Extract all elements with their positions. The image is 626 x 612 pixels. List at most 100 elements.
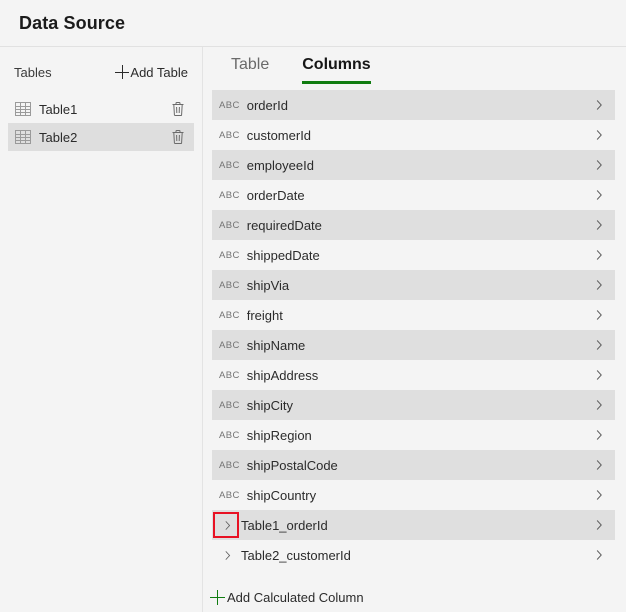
column-details-chevron[interactable] bbox=[594, 279, 604, 291]
column-row[interactable]: ABC orderDate bbox=[212, 180, 615, 210]
column-row[interactable]: ABC shipRegion bbox=[212, 420, 615, 450]
delete-table-button[interactable] bbox=[170, 101, 186, 117]
column-row[interactable]: ABC orderId bbox=[212, 90, 615, 120]
column-row[interactable]: ABC shippedDate bbox=[212, 240, 615, 270]
chevron-right-icon bbox=[596, 130, 602, 140]
column-type-icon: ABC bbox=[219, 459, 240, 471]
column-name-label: employeeId bbox=[246, 157, 314, 173]
tables-header-bar: Tables Add Table bbox=[0, 59, 202, 85]
plus-icon bbox=[210, 589, 225, 605]
chevron-right-icon bbox=[596, 460, 602, 470]
column-row[interactable]: ABC shipVia bbox=[212, 270, 615, 300]
column-row[interactable]: ABC customerId bbox=[212, 120, 615, 150]
column-name-label: shipName bbox=[246, 337, 306, 353]
column-type-icon: ABC bbox=[219, 339, 240, 351]
column-name-label: shipPostalCode bbox=[246, 457, 338, 473]
grid-table-icon bbox=[15, 102, 31, 116]
column-name-label: freight bbox=[246, 307, 283, 323]
column-row[interactable]: Table2_customerId bbox=[212, 540, 615, 570]
app-header: Data Source bbox=[0, 0, 626, 47]
column-name-label: shipAddress bbox=[246, 367, 319, 383]
plus-icon bbox=[115, 65, 130, 79]
column-name-label: customerId bbox=[246, 127, 312, 143]
details-panel: Table Columns ABC orderId ABC customerId ABC e… bbox=[203, 47, 626, 612]
chevron-right-icon bbox=[596, 490, 602, 500]
column-details-chevron[interactable] bbox=[594, 219, 604, 231]
column-details-chevron[interactable] bbox=[594, 489, 604, 501]
chevron-right-icon bbox=[596, 250, 602, 260]
delete-table-button[interactable] bbox=[170, 129, 186, 145]
chevron-right-icon bbox=[596, 370, 602, 380]
page-title: Data Source bbox=[19, 12, 126, 33]
column-name-label: shipRegion bbox=[246, 427, 312, 443]
column-type-icon: ABC bbox=[219, 99, 240, 111]
column-type-icon: ABC bbox=[219, 219, 240, 231]
chevron-right-icon bbox=[596, 160, 602, 170]
column-row[interactable]: ABC requiredDate bbox=[212, 210, 615, 240]
tab-bar: Table Columns bbox=[203, 47, 626, 90]
column-type-icon: ABC bbox=[219, 189, 240, 201]
column-type-icon: ABC bbox=[219, 249, 240, 261]
main-body: Tables Add Table Table1 Table2 Table Colum… bbox=[0, 47, 626, 612]
expand-column-chevron[interactable] bbox=[219, 520, 236, 531]
grid-table-icon bbox=[15, 130, 31, 144]
column-row[interactable]: Table1_orderId bbox=[212, 510, 615, 540]
column-name-label: Table1_orderId bbox=[241, 517, 328, 533]
column-type-icon: ABC bbox=[219, 159, 240, 171]
chevron-right-icon bbox=[596, 190, 602, 200]
chevron-right-icon bbox=[596, 310, 602, 320]
column-row[interactable]: ABC employeeId bbox=[212, 150, 615, 180]
column-type-icon: ABC bbox=[219, 399, 240, 411]
chevron-right-icon bbox=[596, 430, 602, 440]
table-name-label: Table1 bbox=[39, 101, 78, 117]
column-details-chevron[interactable] bbox=[594, 189, 604, 201]
column-details-chevron[interactable] bbox=[594, 459, 604, 471]
column-details-chevron[interactable] bbox=[594, 249, 604, 261]
grid-table-icon bbox=[15, 102, 31, 116]
table-name-label: Table2 bbox=[39, 129, 78, 145]
column-type-icon: ABC bbox=[219, 429, 240, 441]
add-calculated-column-label: Add Calculated Column bbox=[227, 589, 364, 605]
tab-table[interactable]: Table bbox=[231, 55, 269, 84]
column-name-label: shippedDate bbox=[246, 247, 320, 263]
column-type-icon: ABC bbox=[219, 309, 240, 321]
trash-icon bbox=[172, 102, 184, 116]
column-details-chevron[interactable] bbox=[594, 369, 604, 381]
column-details-chevron[interactable] bbox=[594, 549, 604, 561]
column-name-label: orderId bbox=[246, 97, 288, 113]
add-table-button[interactable]: Add Table bbox=[115, 65, 188, 80]
column-details-chevron[interactable] bbox=[594, 99, 604, 111]
column-type-icon: ABC bbox=[219, 129, 240, 141]
add-calculated-column-button[interactable]: Add Calculated Column bbox=[203, 582, 626, 612]
chevron-right-icon bbox=[225, 550, 231, 560]
column-name-label: shipCountry bbox=[246, 487, 317, 503]
column-name-label: Table2_customerId bbox=[241, 547, 351, 563]
column-details-chevron[interactable] bbox=[594, 399, 604, 411]
column-row[interactable]: ABC shipName bbox=[212, 330, 615, 360]
column-details-chevron[interactable] bbox=[594, 519, 604, 531]
expand-column-chevron[interactable] bbox=[219, 550, 236, 561]
chevron-right-icon bbox=[596, 100, 602, 110]
column-row[interactable]: ABC shipCity bbox=[212, 390, 615, 420]
table-list-item[interactable]: Table1 bbox=[8, 95, 194, 123]
tables-label: Tables bbox=[14, 64, 52, 80]
table-list-item[interactable]: Table2 bbox=[8, 123, 194, 151]
tab-columns[interactable]: Columns bbox=[302, 55, 371, 84]
column-row[interactable]: ABC freight bbox=[212, 300, 615, 330]
column-row[interactable]: ABC shipAddress bbox=[212, 360, 615, 390]
column-row[interactable]: ABC shipCountry bbox=[212, 480, 615, 510]
table-list: Table1 Table2 bbox=[0, 95, 202, 151]
column-name-label: shipCity bbox=[246, 397, 293, 413]
chevron-right-icon bbox=[225, 520, 231, 530]
column-details-chevron[interactable] bbox=[594, 129, 604, 141]
chevron-right-icon bbox=[596, 220, 602, 230]
column-row[interactable]: ABC shipPostalCode bbox=[212, 450, 615, 480]
chevron-right-icon bbox=[596, 340, 602, 350]
column-details-chevron[interactable] bbox=[594, 339, 604, 351]
chevron-right-icon bbox=[596, 280, 602, 290]
chevron-right-icon bbox=[596, 520, 602, 530]
grid-table-icon bbox=[15, 130, 31, 144]
column-details-chevron[interactable] bbox=[594, 429, 604, 441]
column-details-chevron[interactable] bbox=[594, 309, 604, 321]
column-details-chevron[interactable] bbox=[594, 159, 604, 171]
